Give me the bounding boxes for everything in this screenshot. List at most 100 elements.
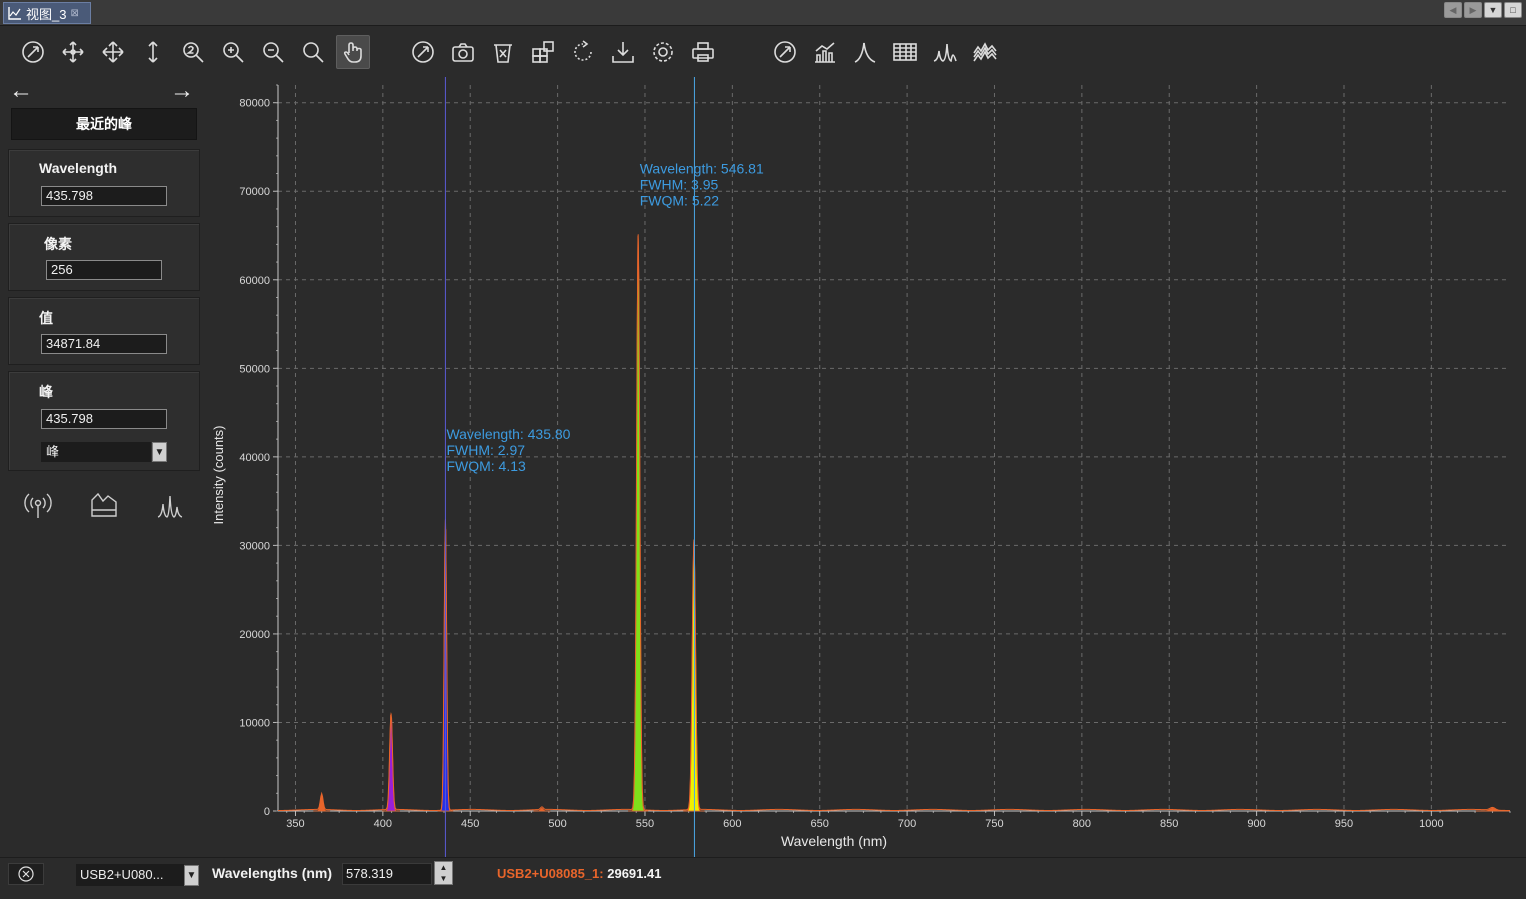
device-dropdown-icon[interactable]: ▼ bbox=[184, 865, 199, 886]
x-tick-label: 950 bbox=[1335, 818, 1353, 830]
y-axis-label: Intensity (counts) bbox=[211, 426, 226, 525]
peak-annotation-line: FWQM: 5.22 bbox=[640, 193, 720, 209]
pixel-label: 像素 bbox=[44, 236, 72, 252]
remove-device-button[interactable] bbox=[8, 863, 44, 885]
tab-title: 视图_3 bbox=[26, 6, 67, 22]
zoom-fit-icon[interactable] bbox=[296, 35, 330, 69]
x-tick-label: 550 bbox=[636, 818, 654, 830]
peak-find-icon[interactable] bbox=[928, 35, 962, 69]
overlay-chart-icon[interactable] bbox=[808, 35, 842, 69]
print-icon[interactable] bbox=[686, 35, 720, 69]
auto-range-icon[interactable] bbox=[768, 35, 802, 69]
x-tick-label: 650 bbox=[811, 818, 829, 830]
peak-annotation-line: FWHM: 3.95 bbox=[640, 177, 719, 193]
spectrum-chart[interactable]: Wavelength: 435.80 FWHM: 2.97 FWQM: 4.13 Wa… bbox=[205, 75, 1526, 857]
maximize-icon[interactable]: □ bbox=[1504, 2, 1522, 18]
x-tick-label: 450 bbox=[461, 818, 479, 830]
left-panel: ← → 最近的峰 Wavelength 435.798 像素 256 值 348… bbox=[0, 75, 205, 855]
spin-down-icon[interactable]: ▼ bbox=[440, 874, 448, 883]
move-icon[interactable] bbox=[96, 35, 130, 69]
value-label: 值 bbox=[39, 310, 53, 326]
data-table-icon[interactable] bbox=[888, 35, 922, 69]
y-tick-label: 70000 bbox=[239, 186, 270, 198]
peak-mode-select[interactable]: 峰 bbox=[41, 442, 151, 462]
x-tick-label: 750 bbox=[985, 818, 1003, 830]
window-controls: ◀ ▶ ▼ □ bbox=[1444, 2, 1522, 18]
y-tick-label: 10000 bbox=[239, 717, 270, 729]
value-group: 值 34871.84 bbox=[8, 297, 200, 365]
auto-scale-icon[interactable] bbox=[406, 35, 440, 69]
y-tick-label: 60000 bbox=[239, 275, 270, 287]
reading-device: USB2+U08085_1: bbox=[497, 866, 604, 881]
value-field[interactable]: 34871.84 bbox=[41, 334, 167, 354]
scroll-left-icon[interactable]: ◀ bbox=[1444, 2, 1462, 18]
tab-close-icon[interactable]: ⊠ bbox=[70, 8, 78, 19]
toolbar bbox=[0, 27, 1526, 75]
wavelength-field[interactable]: 435.798 bbox=[41, 186, 167, 206]
hand-select-icon[interactable] bbox=[336, 35, 370, 69]
zoom-reset-icon[interactable] bbox=[16, 35, 50, 69]
y-tick-label: 40000 bbox=[239, 452, 270, 464]
cursor-reading: USB2+U08085_1: 29691.41 bbox=[497, 866, 661, 881]
y-tick-label: 50000 bbox=[239, 363, 270, 375]
pixel-group: 像素 256 bbox=[8, 223, 200, 291]
refresh-icon[interactable] bbox=[566, 35, 600, 69]
x-tick-label: 400 bbox=[374, 818, 392, 830]
dropdown-icon[interactable]: ▼ bbox=[1484, 2, 1502, 18]
chart-tab-icon bbox=[8, 7, 21, 20]
zoom-out-icon[interactable] bbox=[256, 35, 290, 69]
peak-annotation-line: FWQM: 4.13 bbox=[446, 458, 526, 474]
y-tick-label: 80000 bbox=[239, 98, 270, 110]
next-peak-arrow-icon[interactable]: → bbox=[170, 79, 200, 103]
y-tick-label: 30000 bbox=[239, 540, 270, 552]
x-tick-label: 700 bbox=[898, 818, 916, 830]
vertical-scale-icon[interactable] bbox=[136, 35, 170, 69]
wavelength-input[interactable]: 578.319 bbox=[342, 863, 432, 885]
y-tick-label: 0 bbox=[264, 806, 270, 818]
snapshot-icon[interactable] bbox=[446, 35, 480, 69]
spectrum-chart-svg[interactable]: Wavelength: 435.80FWHM: 2.97FWQM: 4.13 Wa… bbox=[205, 75, 1526, 857]
wavelength-label: Wavelength bbox=[39, 160, 118, 176]
x-tick-label: 900 bbox=[1247, 818, 1265, 830]
peak-annotation-line: FWHM: 2.97 bbox=[446, 442, 525, 458]
reading-value: 29691.41 bbox=[607, 866, 662, 881]
zoom-in-icon[interactable] bbox=[216, 35, 250, 69]
title-bar: 视图_3 ⊠ ◀ ▶ ▼ □ bbox=[0, 0, 1526, 26]
x-axis-label: Wavelength (nm) bbox=[781, 833, 887, 849]
scroll-right-icon[interactable]: ▶ bbox=[1464, 2, 1482, 18]
x-tick-label: 500 bbox=[548, 818, 566, 830]
x-tick-label: 1000 bbox=[1419, 818, 1443, 830]
wavelength-group: Wavelength 435.798 bbox=[8, 149, 200, 217]
peaks-icon[interactable] bbox=[155, 490, 185, 520]
peak-annotation-line: Wavelength: 435.80 bbox=[446, 426, 570, 442]
close-circle-icon bbox=[18, 866, 34, 882]
x-tick-label: 600 bbox=[723, 818, 741, 830]
x-tick-label: 850 bbox=[1160, 818, 1178, 830]
waterfall-icon[interactable] bbox=[968, 35, 1002, 69]
spectrum-area-icon[interactable] bbox=[89, 490, 119, 520]
previous-peak-arrow-icon[interactable]: ← bbox=[9, 79, 39, 103]
peak-marker-icon[interactable] bbox=[848, 35, 882, 69]
nearest-peak-button[interactable]: 最近的峰 bbox=[11, 108, 197, 140]
signal-icon[interactable] bbox=[23, 490, 53, 520]
spin-up-icon[interactable]: ▲ bbox=[440, 863, 448, 872]
pan-icon[interactable] bbox=[56, 35, 90, 69]
peak-mode-dropdown-icon[interactable]: ▼ bbox=[152, 442, 167, 462]
x-tick-label: 350 bbox=[286, 818, 304, 830]
wavelength-spinner[interactable]: ▲ ▼ bbox=[434, 861, 453, 885]
peak-annotation-line: Wavelength: 546.81 bbox=[640, 161, 764, 177]
save-icon[interactable] bbox=[606, 35, 640, 69]
pixel-field[interactable]: 256 bbox=[46, 260, 162, 280]
device-select[interactable]: USB2+U080... bbox=[76, 864, 184, 886]
status-bar: USB2+U080... ▼ Wavelengths (nm) 578.319 … bbox=[0, 857, 1526, 899]
view-tab[interactable]: 视图_3 ⊠ bbox=[3, 2, 91, 24]
peak-field[interactable]: 435.798 bbox=[41, 409, 167, 429]
x-tick-label: 800 bbox=[1073, 818, 1091, 830]
peak-group: 峰 435.798 峰 ▼ bbox=[8, 371, 200, 471]
settings-icon[interactable] bbox=[646, 35, 680, 69]
export-grid-icon[interactable] bbox=[526, 35, 560, 69]
zoom-2x-icon[interactable] bbox=[176, 35, 210, 69]
y-tick-label: 20000 bbox=[239, 629, 270, 641]
clear-icon[interactable] bbox=[486, 35, 520, 69]
wavelengths-label: Wavelengths (nm) bbox=[212, 865, 333, 881]
